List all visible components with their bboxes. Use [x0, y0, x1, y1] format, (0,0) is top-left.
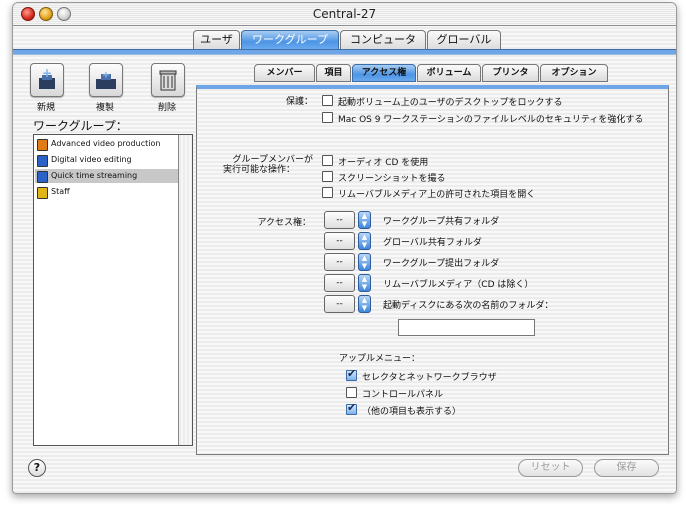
- svg-text:+: +: [42, 66, 52, 80]
- list-scrollbar[interactable]: [178, 135, 192, 445]
- tab-members[interactable]: メンバー: [254, 64, 315, 82]
- list-item[interactable]: Advanced video production: [35, 137, 178, 151]
- svg-text:+: +: [102, 70, 110, 81]
- tab-workgroups[interactable]: ワークグループ: [241, 30, 339, 50]
- lock-desktop-label: 起動ボリューム上のユーザのデスクトップをロックする: [338, 98, 563, 108]
- access-row-label: グローバル共有フォルダ: [383, 238, 482, 248]
- tab-users[interactable]: ユーザ: [193, 30, 240, 50]
- access-row-label: ワークグループ提出フォルダ: [383, 259, 500, 269]
- tab-privileges[interactable]: アクセス権: [352, 64, 416, 82]
- duplicate-button[interactable]: +: [89, 63, 123, 97]
- revert-button[interactable]: リセット: [518, 459, 583, 477]
- control-panels-label: コントロールパネル: [362, 390, 444, 400]
- delete-button[interactable]: [151, 63, 185, 97]
- list-item[interactable]: Digital video editing: [35, 153, 178, 167]
- tab-items[interactable]: 項目: [316, 64, 351, 82]
- list-item-selected[interactable]: Quick time streaming: [35, 169, 178, 183]
- access-popup-workgroup-shared[interactable]: --: [324, 211, 355, 229]
- removable-media-checkbox[interactable]: [322, 187, 333, 198]
- control-panels-checkbox[interactable]: [346, 387, 357, 398]
- screenshot-label: スクリーンショットを撮る: [338, 174, 446, 184]
- access-stepper[interactable]: ▲ ▼: [358, 295, 371, 313]
- access-stepper[interactable]: ▲ ▼: [358, 274, 371, 292]
- list-item[interactable]: Staff: [35, 185, 178, 199]
- new-workgroup-icon: +: [39, 66, 55, 89]
- duplicate-workgroup-icon: +: [96, 70, 116, 89]
- chooser-checkbox[interactable]: [346, 367, 357, 381]
- access-row-label: ワークグループ共有フォルダ: [383, 217, 500, 227]
- tab-options[interactable]: オプション: [540, 64, 608, 82]
- save-button[interactable]: 保存: [594, 459, 659, 477]
- new-label: 新規: [36, 103, 55, 113]
- workgroup-icon: [37, 139, 48, 151]
- audio-cd-checkbox[interactable]: [322, 155, 333, 166]
- access-popup-removable-media[interactable]: --: [324, 274, 355, 292]
- apple-menu-label: アップルメニュー：: [339, 354, 421, 364]
- access-popup-workgroup-dropbox[interactable]: --: [324, 253, 355, 271]
- workgroup-list[interactable]: Advanced video production Digital video …: [33, 134, 193, 446]
- access-row-label: 起動ディスクにある次の名前のフォルダ：: [383, 301, 554, 311]
- help-button[interactable]: ?: [28, 459, 46, 477]
- workgroup-icon: [37, 155, 48, 167]
- chooser-label: セレクタとネットワークブラウザ: [362, 373, 497, 383]
- protection-label: 保護：: [285, 97, 313, 107]
- list-item-label: Advanced video production: [51, 139, 161, 148]
- workgroup-icon: [37, 171, 48, 183]
- tab-printers[interactable]: プリンタ: [482, 64, 539, 82]
- startup-folder-name-field[interactable]: [398, 319, 535, 336]
- workgroup-icon: [37, 187, 48, 199]
- lock-desktop-checkbox[interactable]: [322, 95, 333, 106]
- window-title: Central-27: [312, 7, 377, 21]
- tab-computers[interactable]: コンピュータ: [340, 30, 426, 50]
- tab-volumes[interactable]: ボリューム: [417, 64, 481, 82]
- access-stepper[interactable]: ▲ ▼: [358, 232, 371, 250]
- list-item-label: Staff: [51, 187, 70, 196]
- enhance-security-checkbox[interactable]: [322, 112, 333, 123]
- title-bar[interactable]: Central-27: [13, 3, 676, 26]
- enhance-security-label: Mac OS 9 ワークステーションのファイルレベルのセキュリティを強化する: [338, 115, 644, 125]
- tab-divider: [13, 49, 676, 55]
- other-items-checkbox[interactable]: [346, 401, 357, 415]
- list-item-label: Quick time streaming: [51, 171, 138, 180]
- main-window: Central-27 ユーザ ワークグループ コンピュータ グローバル + 新規…: [12, 2, 677, 494]
- other-items-label: （他の項目も表示する）: [362, 407, 462, 417]
- tab-global[interactable]: グローバル: [427, 30, 501, 50]
- access-popup-startup-folder[interactable]: --: [324, 295, 355, 313]
- trash-icon: [159, 70, 177, 91]
- workgroup-list-heading: ワークグループ：: [33, 119, 128, 133]
- member-ops-label-2: 実行可能な操作：: [223, 165, 296, 175]
- removable-media-label: リムーバブルメディア上の許可された項目を開く: [338, 190, 536, 200]
- screenshot-checkbox[interactable]: [322, 171, 333, 182]
- duplicate-label: 複製: [95, 103, 114, 113]
- access-stepper[interactable]: ▲ ▼: [358, 253, 371, 271]
- new-button[interactable]: +: [30, 63, 64, 97]
- access-popup-global-shared[interactable]: --: [324, 232, 355, 250]
- top-tab-bar: ユーザ ワークグループ コンピュータ グローバル: [13, 30, 676, 50]
- list-item-label: Digital video editing: [51, 155, 132, 164]
- access-stepper[interactable]: ▲ ▼: [358, 211, 371, 229]
- access-row-label: リムーバブルメディア（CD は除く）: [383, 280, 534, 290]
- audio-cd-label: オーディオ CD を使用: [338, 158, 429, 168]
- delete-label: 削除: [157, 103, 176, 113]
- access-label: アクセス権：: [257, 218, 311, 228]
